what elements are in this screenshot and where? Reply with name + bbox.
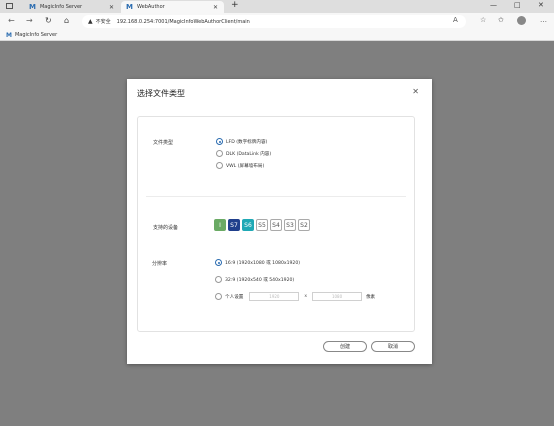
url-text: 192.168.0.254:7001/MagicInfoWebAuthorCli… bbox=[116, 18, 250, 25]
tab-webauthor[interactable]: M WebAuthor ✕ bbox=[121, 1, 224, 13]
size-separator: x bbox=[304, 294, 308, 299]
tab-label: WebAuthor bbox=[136, 4, 165, 10]
new-tab-button[interactable]: + bbox=[231, 0, 239, 10]
tab-actions-icon[interactable] bbox=[6, 3, 13, 9]
radio-32-9[interactable]: 32:9 (1920x540 或 540x1920) bbox=[215, 276, 294, 283]
favorites-icon[interactable]: ✩ bbox=[498, 16, 504, 24]
home-icon[interactable]: ⌂ bbox=[64, 16, 69, 25]
tab-strip: M MagicInfo Server ✕ M WebAuthor ✕ + — □… bbox=[0, 0, 554, 13]
radio-16-9[interactable]: 16:9 (1920x1080 或 1080x1920) bbox=[215, 259, 300, 266]
bookmark-magicinfo-server[interactable]: MagicInfo Server bbox=[15, 32, 57, 38]
magicinfo-logo-icon: M bbox=[29, 3, 36, 11]
bookmark-bar: M MagicInfo Server bbox=[0, 30, 554, 41]
radio-label: 个人设置 bbox=[225, 294, 244, 300]
insecure-label: 不安全 bbox=[95, 19, 111, 25]
magicinfo-logo-icon: M bbox=[126, 3, 133, 11]
create-button[interactable]: 创建 bbox=[323, 341, 367, 352]
magicinfo-logo-icon: M bbox=[6, 31, 12, 39]
select-file-type-dialog: 选择文件类型 ✕ 文件类型 LFD (数字标牌内容) DLK (DataLink… bbox=[127, 79, 432, 364]
address-bar-row: ← → ↻ ⌂ ▲ 不安全 192.168.0.254:7001/MagicIn… bbox=[0, 13, 554, 30]
cancel-button[interactable]: 取消 bbox=[371, 341, 415, 352]
refresh-icon[interactable]: ↻ bbox=[45, 16, 52, 25]
warning-icon: ▲ bbox=[88, 18, 93, 25]
close-window-button[interactable]: ✕ bbox=[538, 1, 544, 9]
resolution-section: 分辨率 16:9 (1920x1080 或 1080x1920) 32:9 (1… bbox=[137, 116, 415, 332]
radio-custom[interactable]: 个人设置 1920 x 1080 像素 bbox=[215, 292, 375, 301]
tab-close-icon[interactable]: ✕ bbox=[213, 4, 218, 11]
resolution-label: 分辨率 bbox=[152, 261, 168, 267]
dialog-title: 选择文件类型 bbox=[137, 89, 185, 98]
profile-avatar[interactable] bbox=[517, 16, 526, 25]
pixel-unit-label: 像素 bbox=[366, 294, 376, 300]
close-icon[interactable]: ✕ bbox=[412, 87, 419, 96]
minimize-button[interactable]: — bbox=[490, 1, 497, 9]
radio-button[interactable] bbox=[215, 259, 222, 266]
maximize-button[interactable]: □ bbox=[514, 1, 521, 9]
favorite-star-icon[interactable]: ☆ bbox=[480, 16, 486, 24]
radio-label: 16:9 (1920x1080 或 1080x1920) bbox=[225, 260, 301, 266]
radio-button[interactable] bbox=[215, 276, 222, 283]
radio-label: 32:9 (1920x540 或 540x1920) bbox=[225, 277, 295, 283]
custom-width-input[interactable]: 1920 bbox=[249, 292, 300, 301]
tab-close-icon[interactable]: ✕ bbox=[109, 4, 114, 11]
forward-icon[interactable]: → bbox=[26, 16, 33, 25]
more-menu-icon[interactable]: … bbox=[540, 16, 547, 24]
url-field[interactable]: ▲ 不安全 192.168.0.254:7001/MagicInfoWebAut… bbox=[82, 15, 466, 28]
custom-height-input[interactable]: 1080 bbox=[312, 292, 363, 301]
back-icon[interactable]: ← bbox=[8, 16, 15, 25]
radio-button[interactable] bbox=[215, 293, 222, 300]
read-aloud-icon[interactable]: A bbox=[453, 16, 458, 24]
tab-magicinfo-server[interactable]: M MagicInfo Server ✕ bbox=[24, 1, 120, 13]
tab-label: MagicInfo Server bbox=[39, 4, 83, 10]
